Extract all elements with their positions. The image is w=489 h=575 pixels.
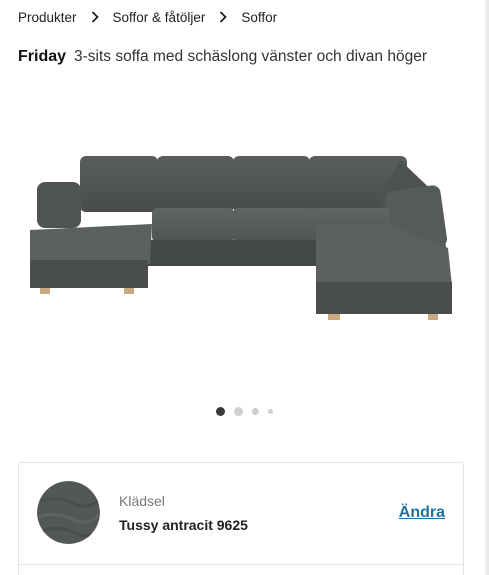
change-fabric-link[interactable]: Ändra <box>399 504 445 522</box>
fabric-swatch <box>37 481 100 544</box>
product-description: 3-sits soffa med schäslong vänster och d… <box>74 48 427 65</box>
carousel-dot-3[interactable] <box>252 407 259 415</box>
fabric-option-card: Klädsel Tussy antracit 9625 Ändra <box>18 462 464 575</box>
breadcrumb-produkter[interactable]: Produkter <box>18 10 77 25</box>
scrollbar-edge <box>485 0 489 575</box>
chevron-right-icon <box>205 11 241 23</box>
breadcrumb-soffor-fatoljer[interactable]: Soffor & fåtöljer <box>113 10 206 25</box>
carousel-dots <box>0 405 489 417</box>
chevron-right-icon <box>77 11 113 23</box>
carousel-dot-4[interactable] <box>268 408 273 414</box>
sofa-illustration <box>30 156 452 320</box>
product-name: Friday <box>18 48 67 65</box>
product-image[interactable] <box>0 90 489 390</box>
carousel-dot-1[interactable] <box>216 406 225 416</box>
fabric-value: Tussy antracit 9625 <box>119 517 248 533</box>
breadcrumb: Produkter Soffor & fåtöljer Soffor <box>18 8 277 26</box>
page-title: Friday 3-sits soffa med schäslong vänste… <box>18 48 427 68</box>
fabric-label: Klädsel <box>119 493 165 509</box>
breadcrumb-soffor[interactable]: Soffor <box>241 10 277 25</box>
carousel-dot-2[interactable] <box>234 406 243 416</box>
fabric-option-row: Klädsel Tussy antracit 9625 Ändra <box>19 463 463 565</box>
